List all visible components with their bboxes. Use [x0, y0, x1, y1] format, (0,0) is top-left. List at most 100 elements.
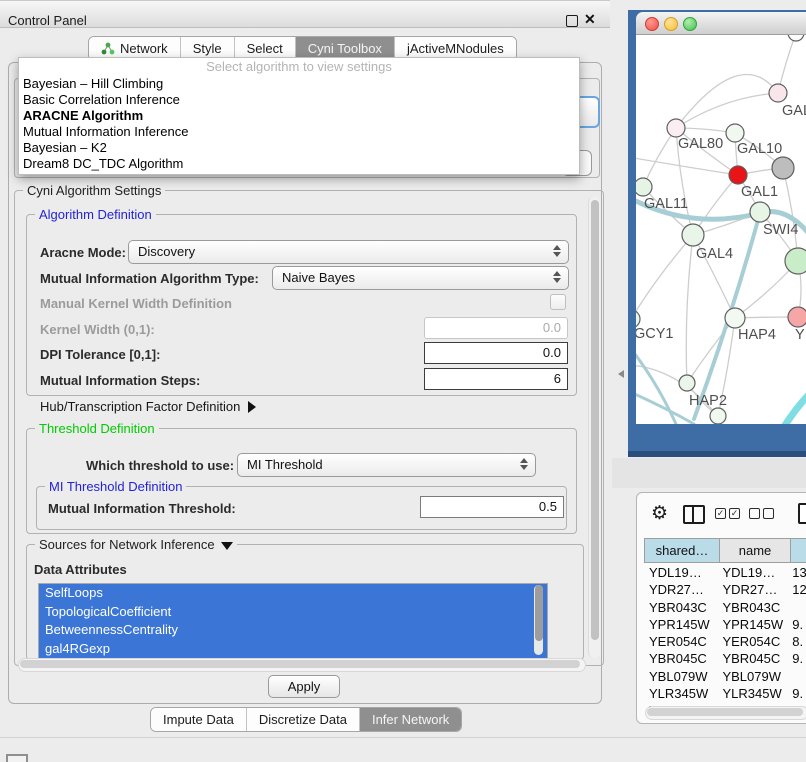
table-row[interactable]: YBL079WYBL079W	[644, 668, 806, 685]
close-icon[interactable]: ✕	[584, 11, 596, 28]
tab-label: Cyni Toolbox	[308, 41, 382, 56]
network-node-GAL1[interactable]	[729, 166, 747, 184]
zoom-window-icon[interactable]	[683, 17, 697, 31]
algorithm-option[interactable]: Mutual Information Inference	[19, 124, 579, 140]
data-attribute-item[interactable]: TopologicalCoefficient	[39, 603, 547, 622]
scrollbar-thumb[interactable]	[647, 708, 803, 716]
network-node-node-gray[interactable]	[772, 157, 794, 179]
tab-label: jActiveMNodules	[407, 41, 504, 56]
tab-infer-network[interactable]: Infer Network	[360, 708, 461, 731]
minimized-panel-icon[interactable]	[6, 754, 28, 762]
network-edge[interactable]	[636, 235, 693, 319]
select-all-icon[interactable]: ✓✓	[715, 508, 743, 523]
network-edge[interactable]	[676, 74, 778, 128]
cyni-bottom-tabs: Impute Data Discretize Data Infer Networ…	[150, 707, 462, 732]
network-node-Y-node[interactable]	[788, 307, 806, 327]
network-node-HAP4[interactable]	[725, 308, 745, 328]
table-row[interactable]: YER054CYER054C8.	[644, 633, 806, 650]
close-window-icon[interactable]	[645, 17, 659, 31]
data-attributes-list[interactable]: SelfLoopsTopologicalCoefficientBetweenne…	[38, 583, 548, 659]
data-attribute-item[interactable]: BetweennessCentrality	[39, 621, 547, 640]
expand-right-icon[interactable]	[248, 401, 256, 413]
which-threshold-select[interactable]: MI Threshold	[237, 453, 536, 477]
data-attribute-item[interactable]: gal4RGexp	[39, 640, 547, 659]
column-header-next[interactable]	[791, 538, 806, 563]
network-window-titlebar[interactable]	[636, 12, 806, 35]
table-cell: YBL079W	[717, 668, 787, 685]
algorithm-option[interactable]: Basic Correlation Inference	[19, 92, 579, 108]
table-cell: 8.	[787, 633, 806, 650]
column-header-name[interactable]: name	[720, 538, 791, 563]
attributes-scrollbar[interactable]	[534, 585, 543, 655]
float-window-icon[interactable]	[566, 15, 578, 27]
network-node-GAL4[interactable]	[682, 224, 704, 246]
algorithm-option[interactable]: Bayesian – K2	[19, 140, 579, 156]
tab-label: Select	[247, 41, 283, 56]
table-row[interactable]: YBR043CYBR043C	[644, 599, 806, 616]
network-node-GAL7[interactable]	[769, 84, 787, 102]
network-node-GAL80[interactable]	[667, 119, 685, 137]
network-node-node-bottom[interactable]	[710, 408, 726, 424]
algorithm-dropdown: Select algorithm to view settings Bayesi…	[18, 57, 580, 175]
table-row[interactable]: YLR345WYLR345W9.	[644, 685, 806, 702]
split-columns-icon[interactable]	[683, 505, 705, 524]
table-row[interactable]: YPR145WYPR145W9.	[644, 616, 806, 633]
column-header-shared-name[interactable]: shared…	[644, 538, 720, 563]
algorithm-option[interactable]: Dream8 DC_TDC Algorithm	[19, 156, 579, 172]
minimize-window-icon[interactable]	[664, 17, 678, 31]
sources-title[interactable]: Sources for Network Inference	[35, 537, 237, 552]
settings-vertical-scrollbar[interactable]	[588, 196, 600, 658]
dropdown-prompt: Select algorithm to view settings	[19, 58, 579, 76]
node-label-Y-node: Y	[795, 327, 805, 343]
network-edge[interactable]	[676, 93, 778, 128]
settings-horizontal-scrollbar[interactable]	[18, 658, 586, 672]
table-row[interactable]: YDR27…YDR27…12	[644, 581, 806, 598]
algorithm-option[interactable]: ARACNE Algorithm	[19, 108, 579, 124]
network-edge[interactable]	[636, 345, 676, 424]
network-node-node-big-green[interactable]	[785, 248, 806, 274]
network-edge[interactable]	[782, 387, 806, 424]
network-canvas[interactable]: GAL7GAL80GAL10GAL1GAL11SWI4GAL4GCY1HAP4Y…	[636, 35, 806, 424]
scrollbar-thumb[interactable]	[535, 585, 543, 641]
stepper-arrows-icon	[553, 245, 561, 257]
network-edge[interactable]	[636, 391, 694, 424]
data-attribute-item[interactable]: SelfLoops	[39, 584, 547, 603]
deselect-all-icon[interactable]	[749, 508, 777, 523]
table-horizontal-scrollbar[interactable]	[645, 706, 806, 720]
selected-value: MI Threshold	[247, 457, 323, 472]
network-edge[interactable]	[643, 128, 676, 187]
network-edge[interactable]	[636, 157, 738, 175]
network-edge[interactable]	[686, 235, 693, 383]
algorithm-option[interactable]: Bayesian – Hill Climbing	[19, 76, 579, 92]
aracne-mode-label: Aracne Mode:	[40, 245, 126, 260]
collapse-down-icon[interactable]	[221, 542, 233, 550]
kernel-width-input[interactable]: 0.0	[424, 317, 568, 339]
tab-label: Discretize Data	[259, 712, 347, 727]
manual-kernel-width-checkbox[interactable]	[550, 294, 566, 310]
aracne-mode-select[interactable]: Discovery	[128, 240, 569, 264]
group-title: Threshold Definition	[35, 421, 159, 436]
network-node-SWI4[interactable]	[750, 202, 770, 222]
tab-discretize-data[interactable]: Discretize Data	[247, 708, 360, 731]
network-node-GAL10[interactable]	[726, 124, 744, 142]
table-row[interactable]: YBR045CYBR045C9.	[644, 650, 806, 667]
mi-steps-input[interactable]: 6	[424, 368, 568, 390]
table-cell: YDL19…	[644, 564, 717, 581]
page-icon[interactable]	[798, 503, 806, 524]
scrollbar-thumb[interactable]	[20, 660, 580, 668]
splitter-collapse-icon[interactable]	[618, 370, 624, 378]
scrollbar-thumb[interactable]	[591, 200, 599, 640]
table-row[interactable]: YDL19…YDL19…13	[644, 564, 806, 581]
tab-impute-data[interactable]: Impute Data	[151, 708, 247, 731]
mi-threshold-input[interactable]: 0.5	[420, 496, 564, 518]
mi-algorithm-type-select[interactable]: Naive Bayes	[272, 266, 569, 290]
dpi-tolerance-input[interactable]: 0.0	[424, 342, 568, 364]
table-cell: YBR043C	[644, 599, 717, 616]
settings-gear-icon[interactable]: ⚙	[651, 502, 668, 525]
hub-definition-section[interactable]: Hub/Transcription Factor Definition	[40, 399, 256, 414]
network-node-node-top[interactable]	[788, 35, 804, 41]
network-node-HAP2[interactable]	[679, 375, 695, 391]
network-node-GAL11[interactable]	[636, 178, 652, 196]
apply-button[interactable]: Apply	[268, 675, 340, 698]
group-title: MI Threshold Definition	[45, 479, 186, 494]
